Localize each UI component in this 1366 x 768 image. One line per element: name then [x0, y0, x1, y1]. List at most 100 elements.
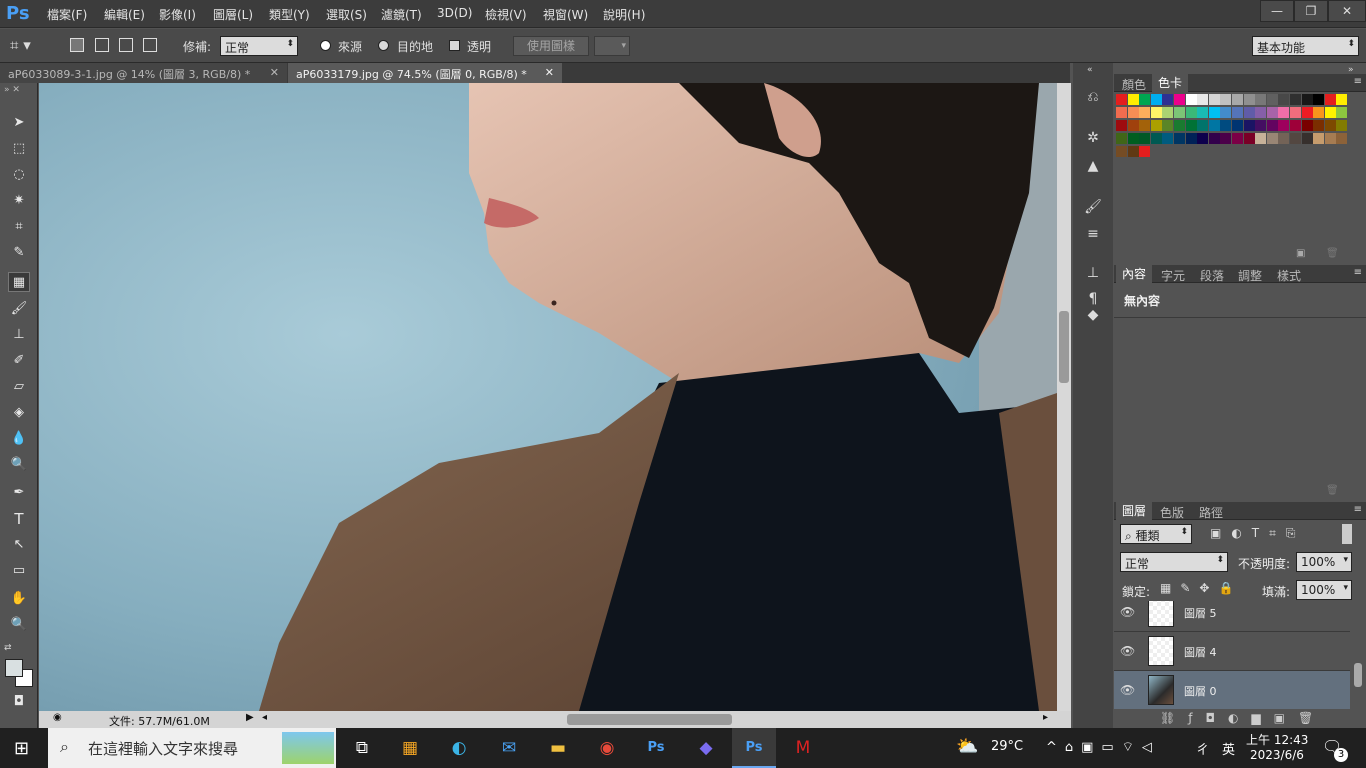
color-swatch[interactable] — [1290, 120, 1301, 131]
color-swatch[interactable] — [1255, 107, 1267, 118]
opacity-input[interactable]: 100% ▾ — [1296, 552, 1352, 572]
hand-tool-icon[interactable]: ✋ — [8, 589, 30, 609]
color-swatch[interactable] — [1150, 120, 1162, 131]
menu-view[interactable]: 檢視(V) — [485, 6, 527, 23]
tab-channels[interactable]: 色版 — [1160, 504, 1184, 521]
color-swatch[interactable] — [1232, 107, 1243, 118]
color-swatch[interactable] — [1208, 94, 1220, 105]
color-swatch[interactable] — [1139, 120, 1151, 131]
close-tab-icon[interactable]: ✕ — [270, 66, 279, 79]
color-swatch[interactable] — [1150, 94, 1162, 105]
color-swatch[interactable] — [1139, 133, 1151, 144]
layer-row-0[interactable]: 👁 圖層 0 — [1114, 671, 1350, 709]
vertical-scrollbar[interactable] — [1057, 83, 1071, 711]
source-radio[interactable] — [320, 40, 331, 51]
collapse-panels-icon[interactable]: « — [1087, 65, 1093, 75]
clock-date[interactable]: 2023/6/6 — [1250, 748, 1304, 762]
color-swatch[interactable] — [1197, 94, 1209, 105]
color-swatch[interactable] — [1324, 120, 1336, 131]
color-swatch[interactable] — [1336, 107, 1348, 118]
blur-tool-icon[interactable]: 💧 — [8, 429, 30, 449]
color-swatch[interactable] — [1313, 133, 1325, 144]
color-swatch[interactable] — [1150, 133, 1162, 144]
color-swatch[interactable] — [1232, 94, 1243, 105]
color-swatch[interactable] — [1278, 120, 1290, 131]
color-swatch[interactable] — [1313, 94, 1325, 105]
menu-help[interactable]: 說明(H) — [603, 6, 645, 23]
menu-layer[interactable]: 圖層(L) — [213, 6, 253, 23]
color-swatch[interactable] — [1174, 120, 1185, 131]
scroll-left-icon[interactable]: ◂ — [262, 712, 267, 723]
color-swatch[interactable] — [1162, 107, 1174, 118]
brush-tool-icon[interactable]: 🖌 — [8, 299, 30, 319]
subtract-selection-icon[interactable] — [119, 38, 133, 52]
tab-adjustments[interactable]: 調整 — [1238, 267, 1262, 284]
color-swatch[interactable] — [1116, 107, 1127, 118]
layer-actions[interactable]: ⛓ƒ◘◐▆▣🗑 — [1160, 711, 1326, 725]
color-swatch[interactable] — [1301, 107, 1313, 118]
color-swatch[interactable] — [1220, 120, 1232, 131]
color-swatch[interactable] — [1232, 120, 1243, 131]
color-swatch[interactable] — [1266, 107, 1278, 118]
color-swatch[interactable] — [1266, 94, 1278, 105]
color-swatch[interactable] — [1290, 94, 1301, 105]
tab-layers[interactable]: 圖層 — [1116, 502, 1153, 520]
color-swatch[interactable] — [1208, 120, 1220, 131]
edge-icon[interactable]: ◐ — [437, 728, 481, 768]
tab-color[interactable]: 顏色 — [1122, 76, 1146, 93]
layer-row-4[interactable]: 👁 圖層 4 — [1114, 632, 1350, 671]
patch-tool-preset-icon[interactable]: ⌗ ▾ — [10, 36, 50, 56]
paint-bucket-tool-icon[interactable]: ◈ — [8, 403, 30, 423]
layer-filter-icons[interactable]: ▣◐T⌗⎘ — [1210, 526, 1306, 541]
new-selection-icon[interactable] — [70, 38, 84, 52]
swatch-grid[interactable] — [1116, 94, 1350, 184]
trash-icon[interactable]: 🗑 — [1326, 248, 1339, 259]
color-swatch[interactable] — [1278, 107, 1290, 118]
eye-icon[interactable]: 👁 — [1120, 605, 1138, 619]
patch-tool-icon[interactable]: ▦ — [8, 272, 30, 292]
color-swatch[interactable] — [1174, 94, 1185, 105]
eye-icon[interactable]: 👁 — [1120, 644, 1138, 658]
history-brush-tool-icon[interactable]: ✐ — [8, 351, 30, 371]
color-swatch[interactable] — [1127, 94, 1139, 105]
marquee-tool-icon[interactable]: ⬚ — [8, 139, 30, 159]
magic-wand-tool-icon[interactable]: ✷ — [8, 191, 30, 211]
collapse-icon[interactable]: » ✕ — [4, 85, 20, 95]
color-swatch[interactable] — [1220, 133, 1232, 144]
lasso-tool-icon[interactable]: ◌ — [8, 165, 30, 185]
color-swatch[interactable] — [1255, 133, 1267, 144]
color-swatch[interactable] — [1208, 133, 1220, 144]
transparent-checkbox[interactable] — [449, 40, 460, 51]
color-swatch[interactable] — [1150, 107, 1162, 118]
color-swatch[interactable] — [1336, 120, 1348, 131]
color-swatch[interactable] — [1116, 94, 1127, 105]
color-swatch[interactable] — [1116, 120, 1127, 131]
color-swatch[interactable] — [1139, 94, 1151, 105]
store-icon[interactable]: ▦ — [388, 728, 432, 768]
quick-mask-icon[interactable]: ◘ — [8, 692, 30, 712]
mcafee-icon[interactable]: M — [781, 728, 825, 768]
task-view-icon[interactable]: ⧉ — [340, 728, 384, 768]
shape-tool-icon[interactable]: ▭ — [8, 561, 30, 581]
menu-select[interactable]: 選取(S) — [326, 6, 367, 23]
workspace-select[interactable]: 基本功能 ⬍ — [1252, 36, 1359, 56]
path-selection-tool-icon[interactable]: ↖ — [8, 535, 30, 555]
color-swatch[interactable] — [1324, 133, 1336, 144]
tab-paragraph[interactable]: 段落 — [1200, 267, 1224, 284]
file-explorer-icon[interactable]: ▬ — [536, 728, 580, 768]
foreground-color-swatch[interactable] — [5, 659, 23, 677]
color-swatch[interactable] — [1278, 94, 1290, 105]
dodge-tool-icon[interactable]: 🔍 — [8, 455, 30, 475]
color-swatch[interactable] — [1185, 94, 1197, 105]
move-tool-icon[interactable]: ➤ — [8, 113, 30, 133]
color-swatch[interactable] — [1278, 133, 1290, 144]
layer-row-5[interactable]: 👁 圖層 5 — [1114, 601, 1350, 632]
weather-temp[interactable]: 29°C — [991, 739, 1023, 754]
type-tool-icon[interactable]: T — [8, 509, 30, 529]
document-canvas[interactable] — [39, 83, 1057, 711]
tab-properties[interactable]: 內容 — [1116, 265, 1153, 283]
weather-icon[interactable]: ⛅ — [956, 736, 978, 757]
color-swatch[interactable] — [1197, 107, 1209, 118]
color-swatch[interactable] — [1255, 120, 1267, 131]
windows-start-icon[interactable]: ⊞ — [14, 738, 29, 759]
